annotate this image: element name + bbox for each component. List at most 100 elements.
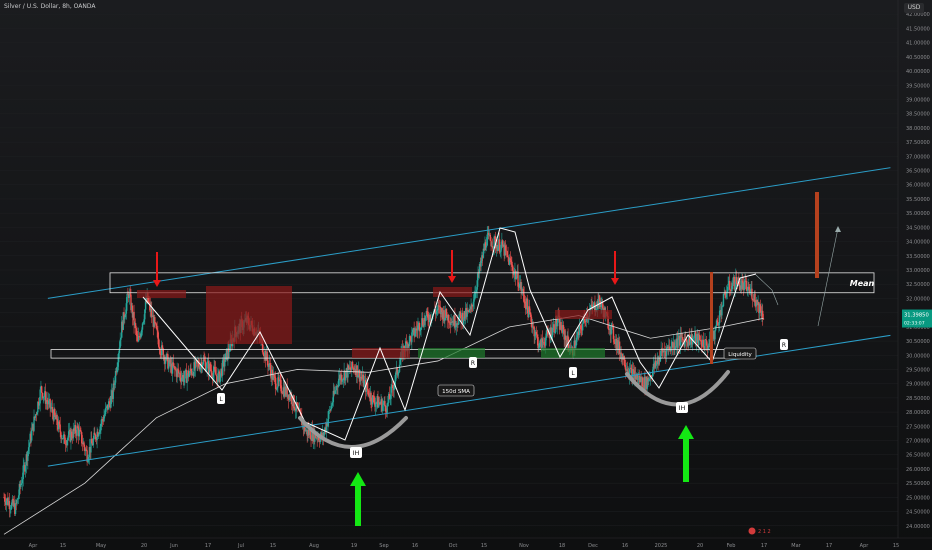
y-tick-label: 36.00000 — [906, 183, 930, 189]
candle-body — [722, 293, 725, 307]
y-tick-label: 30.50000 — [906, 339, 930, 345]
y-tick-label: 24.00000 — [906, 524, 930, 530]
candle-body — [154, 317, 156, 323]
y-tick-label: 24.50000 — [906, 510, 930, 516]
y-tick-label: 28.00000 — [906, 410, 930, 416]
y-tick-label: 42.00000 — [906, 12, 930, 18]
red-arrow-head — [611, 278, 619, 285]
y-tick-label: 39.00000 — [906, 97, 930, 103]
currency-button[interactable]: USD — [904, 3, 924, 13]
x-tick-label: 16 — [622, 543, 628, 549]
x-tick-label: 15 — [60, 543, 66, 549]
price-tag-timer: 02:33:07 — [904, 321, 925, 327]
x-tick-label: 20 — [141, 543, 147, 549]
supply-zone — [206, 286, 292, 344]
projection-up-head — [835, 226, 841, 232]
y-tick-label: 40.00000 — [906, 69, 930, 75]
x-tick-label: 15 — [270, 543, 276, 549]
candle-body — [714, 330, 716, 340]
event-flag-label: 2 1 2 — [758, 529, 771, 535]
ih-arc-left — [298, 416, 408, 449]
y-tick-label: 37.50000 — [906, 140, 930, 146]
y-tick-label: 37.00000 — [906, 154, 930, 160]
mean-label: Mean — [850, 279, 875, 288]
y-tick-label: 26.00000 — [906, 467, 930, 473]
candle-body — [224, 361, 226, 367]
projection-bar-2 — [815, 192, 819, 278]
candle-body — [398, 364, 401, 372]
candle-body — [16, 499, 18, 504]
y-tick-label: 41.50000 — [906, 26, 930, 32]
sma-label: 150d SMA — [442, 389, 470, 395]
x-tick-label: Apr — [860, 543, 870, 549]
candle-body — [507, 255, 509, 258]
ih-label-left: IH — [353, 449, 360, 457]
candle-body — [553, 324, 555, 333]
chart-canvas[interactable]: MeanLiquidity150d SMAIHIHLLRR24.0000024.… — [0, 0, 932, 550]
candle-body — [581, 323, 584, 331]
candle-body — [751, 288, 753, 299]
x-tick-label: 20 — [697, 543, 703, 549]
candle-body — [184, 371, 186, 379]
y-tick-label: 29.00000 — [906, 382, 930, 388]
candle-body — [459, 311, 462, 316]
x-tick-label: 17 — [826, 543, 832, 549]
y-tick-label: 28.50000 — [906, 396, 930, 402]
green-arrow — [350, 472, 366, 526]
x-tick-label: Dec — [588, 543, 598, 549]
red-arrow-head — [448, 276, 456, 283]
candle-body — [41, 386, 43, 393]
candle-body — [728, 280, 731, 290]
x-tick-label: Jun — [169, 543, 178, 549]
red-arrow-head — [153, 280, 161, 287]
candle-body — [613, 339, 615, 343]
y-tick-label: 29.50000 — [906, 367, 930, 373]
x-tick-label: 15 — [893, 543, 899, 549]
x-tick-label: Jul — [237, 543, 244, 549]
liquidity-label: Liquidity — [728, 352, 752, 358]
y-tick-label: 33.00000 — [906, 268, 930, 274]
demand-zone — [418, 348, 485, 358]
x-tick-label: Apr — [29, 543, 39, 549]
y-tick-label: 25.50000 — [906, 481, 930, 487]
candle-body — [118, 347, 121, 354]
candle-body — [126, 293, 128, 304]
x-tick-label: 16 — [412, 543, 418, 549]
r-label-right: R — [782, 342, 786, 349]
x-tick-label: Oct — [449, 543, 458, 549]
y-tick-label: 25.00000 — [906, 495, 930, 501]
candle-body — [28, 443, 31, 448]
y-tick-label: 32.50000 — [906, 282, 930, 288]
y-tick-label: 33.50000 — [906, 254, 930, 260]
chart-title: Silver / U.S. Dollar, 8h, OANDA — [4, 3, 96, 10]
green-arrow — [678, 425, 694, 482]
y-tick-label: 34.50000 — [906, 225, 930, 231]
candle-body — [677, 339, 679, 348]
x-tick-label: May — [96, 543, 106, 549]
y-tick-label: 34.00000 — [906, 240, 930, 246]
supply-zone — [137, 290, 186, 298]
x-tick-label: Feb — [727, 543, 736, 549]
y-tick-label: 36.50000 — [906, 169, 930, 175]
demand-zone — [541, 348, 605, 358]
x-tick-label: 2025 — [655, 543, 668, 549]
y-tick-label: 27.50000 — [906, 424, 930, 430]
r-label-left: R — [471, 360, 475, 367]
x-tick-label: Sep — [379, 543, 388, 549]
y-tick-label: 39.50000 — [906, 83, 930, 89]
candle-body — [384, 401, 386, 406]
candle-body — [721, 306, 723, 316]
ih-label-right: IH — [679, 404, 686, 412]
candle-body — [120, 337, 122, 340]
x-tick-label: 19 — [351, 543, 357, 549]
candle-body — [206, 362, 208, 369]
y-tick-label: 26.50000 — [906, 453, 930, 459]
y-tick-label: 38.00000 — [906, 126, 930, 132]
candle-body — [641, 377, 644, 387]
price-tag-value: 31.39850 — [904, 313, 929, 319]
candle-body — [367, 388, 369, 391]
projection-up — [817, 227, 839, 327]
y-tick-label: 35.00000 — [906, 211, 930, 217]
y-tick-label: 30.00000 — [906, 353, 930, 359]
candle-body — [704, 339, 706, 350]
